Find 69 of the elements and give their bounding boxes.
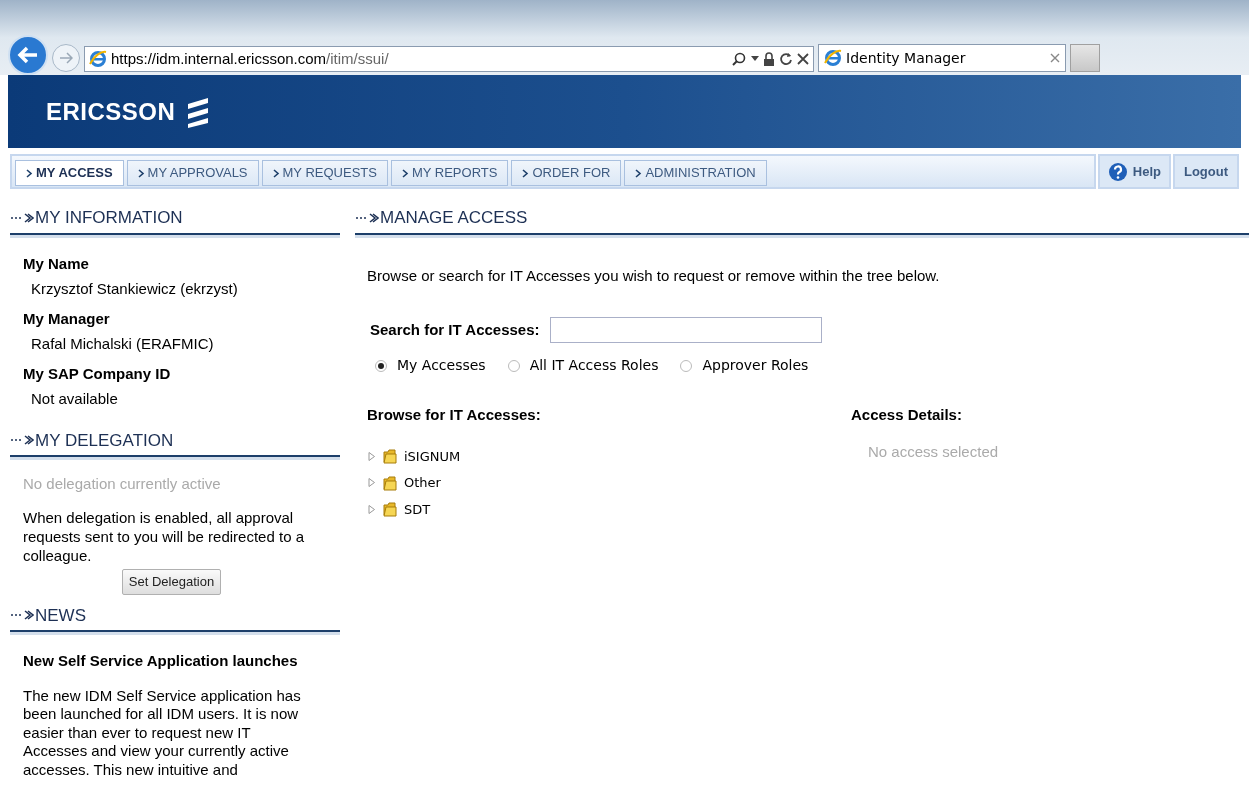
search-label: Search for IT Accesses: bbox=[370, 319, 540, 340]
chevron-icon bbox=[272, 168, 280, 178]
close-tab-icon[interactable] bbox=[1050, 53, 1060, 63]
chevron-icon bbox=[635, 168, 643, 178]
logout-button[interactable]: Logout bbox=[1172, 154, 1239, 189]
browser-e-icon bbox=[824, 49, 842, 67]
field-value: Not available bbox=[30, 388, 119, 409]
folder-icon bbox=[382, 448, 398, 465]
logo-text: ERICSSON bbox=[46, 96, 176, 127]
tab-title: Identity Manager bbox=[846, 48, 967, 68]
chevron-icon bbox=[137, 168, 145, 178]
collapsed-triangle-icon[interactable] bbox=[367, 504, 376, 514]
intro-text: Browse or search for IT Accesses you wish to request or remove within the tree below. bbox=[367, 265, 941, 286]
empty-details-text: No access selected bbox=[867, 441, 999, 462]
dotted-arrow-icon bbox=[10, 610, 34, 621]
section-title: MY DELEGATION bbox=[35, 429, 174, 452]
section-title: MANAGE ACCESS bbox=[380, 207, 528, 229]
back-button[interactable] bbox=[8, 35, 48, 75]
arrow-right-icon bbox=[59, 52, 73, 64]
delegation-status: No delegation currently active bbox=[23, 474, 222, 494]
nav-tab[interactable]: MY REPORTS bbox=[390, 160, 509, 186]
tree-item[interactable]: iSIGNUM bbox=[367, 446, 851, 466]
field-value: Rafal Michalski (ERAFMIC) bbox=[30, 333, 215, 354]
nav-tab[interactable]: MY REQUESTS bbox=[261, 160, 388, 186]
help-button[interactable]: Help bbox=[1097, 154, 1171, 189]
tree-item[interactable]: Other bbox=[367, 473, 851, 493]
field-value: Krzysztof Stankiewicz (ekrzyst) bbox=[30, 278, 239, 299]
collapsed-triangle-icon[interactable] bbox=[367, 451, 376, 461]
dropdown-caret-icon[interactable] bbox=[751, 56, 759, 62]
url-text: https://idm.internal.ericsson.com/itim/ssui/ bbox=[111, 48, 390, 69]
help-icon bbox=[1107, 161, 1128, 182]
field-label: My Name bbox=[23, 253, 90, 274]
address-bar[interactable]: https://idm.internal.ericsson.com/itim/ssui/ bbox=[84, 46, 814, 72]
folder-icon bbox=[382, 474, 398, 491]
collapsed-triangle-icon[interactable] bbox=[367, 478, 376, 488]
dotted-arrow-icon bbox=[10, 212, 34, 223]
dotted-arrow-icon bbox=[355, 212, 379, 223]
field-label: My SAP Company ID bbox=[23, 363, 172, 384]
browse-label: Browse for IT Accesses: bbox=[367, 405, 542, 425]
close-icon[interactable] bbox=[797, 53, 809, 65]
scope-radio[interactable]: Approver Roles bbox=[680, 355, 809, 376]
nav-tab[interactable]: MY APPROVALS bbox=[126, 160, 259, 186]
search-icon[interactable] bbox=[731, 51, 747, 67]
set-delegation-button[interactable]: Set Delegation bbox=[121, 568, 222, 595]
news-body: The new IDM Self Service application has been launched for all IDM users. It is now easier than ever to request new IT Accesses and view your currently active accesses. This new intuitive and bbox=[23, 686, 302, 779]
nav-tab[interactable]: MY ACCESS bbox=[15, 160, 124, 186]
chevron-icon bbox=[522, 168, 530, 178]
browser-tab[interactable]: Identity Manager bbox=[818, 44, 1066, 72]
lock-icon[interactable] bbox=[763, 51, 775, 67]
news-headline: New Self Service Application launches bbox=[23, 651, 299, 671]
field-label: My Manager bbox=[23, 308, 111, 329]
section-title: MY INFORMATION bbox=[35, 207, 183, 229]
nav-tab[interactable]: ORDER FOR bbox=[511, 160, 622, 186]
folder-icon bbox=[382, 501, 398, 518]
details-label: Access Details: bbox=[851, 405, 963, 425]
delegation-description: When delegation is enabled, all approval requests sent to you will be redirected to a colleague. bbox=[23, 507, 305, 565]
chevron-icon bbox=[401, 168, 409, 178]
new-tab-button[interactable] bbox=[1070, 44, 1100, 72]
scope-radio[interactable]: My Accesses bbox=[375, 355, 486, 376]
dotted-arrow-icon bbox=[10, 435, 34, 446]
section-title: NEWS bbox=[35, 604, 86, 627]
tree-item[interactable]: SDT bbox=[367, 499, 851, 519]
scope-radio[interactable]: All IT Access Roles bbox=[507, 355, 659, 376]
chevron-icon bbox=[26, 168, 33, 178]
nav-tab[interactable]: ADMINISTRATION bbox=[624, 160, 767, 186]
arrow-left-icon bbox=[17, 46, 39, 64]
refresh-icon[interactable] bbox=[779, 52, 793, 66]
search-field[interactable] bbox=[549, 317, 822, 343]
browser-e-icon bbox=[89, 50, 107, 68]
